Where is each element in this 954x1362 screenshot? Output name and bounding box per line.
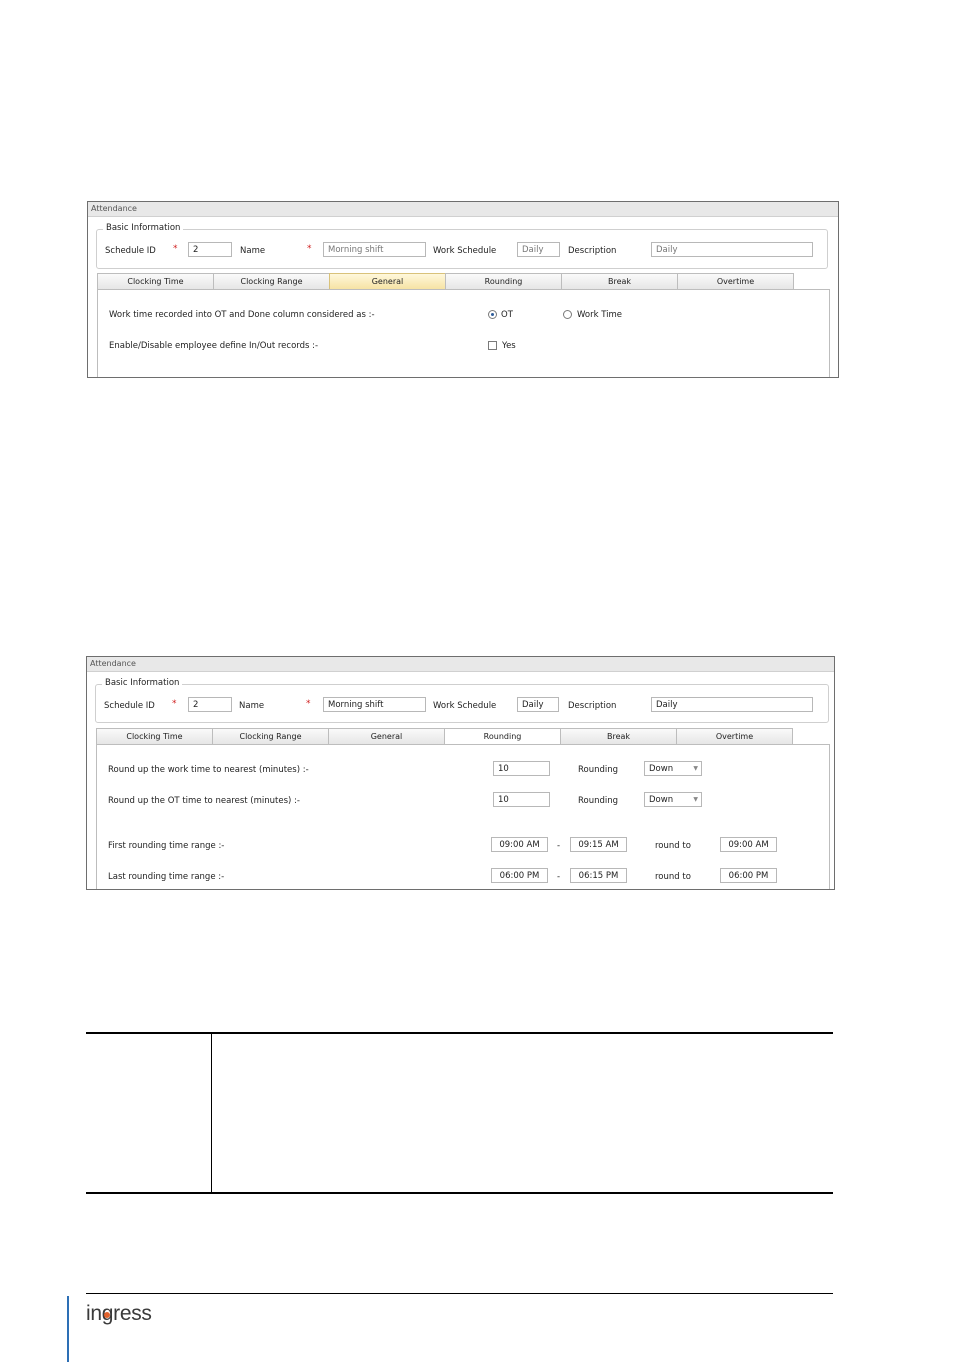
required-mark: * [307, 244, 312, 254]
group-title: Basic Information [103, 223, 184, 233]
tab-clocking-range[interactable]: Clocking Range [212, 728, 329, 744]
table-bottom-rule [86, 1192, 833, 1194]
tab-general[interactable]: General [329, 273, 446, 289]
tab-rounding[interactable]: Rounding [445, 273, 562, 289]
first-range-to-input[interactable]: 09:15 AM [570, 837, 627, 852]
tab-rounding[interactable]: Rounding [444, 728, 561, 744]
work-schedule-label: Work Schedule [433, 701, 497, 711]
last-round-to-input[interactable]: 06:00 PM [720, 868, 777, 883]
work-time-rounding-select[interactable]: Down ▼ [644, 761, 702, 776]
general-tab-panel: Work time recorded into OT and Done colu… [97, 289, 830, 377]
tab-strip: Clocking Time Clocking Range General Rou… [96, 728, 796, 744]
first-rounding-range-label: First rounding time range :- [108, 841, 225, 851]
required-mark: * [173, 244, 178, 254]
tab-clocking-time[interactable]: Clocking Time [96, 728, 213, 744]
work-schedule-field[interactable]: Daily [517, 242, 560, 257]
description-field[interactable]: Daily [651, 242, 813, 257]
ot-radio[interactable] [488, 310, 497, 319]
table-column-divider [211, 1034, 212, 1192]
last-range-from-input[interactable]: 06:00 PM [491, 868, 548, 883]
ot-time-round-input[interactable]: 10 [493, 792, 550, 807]
attendance-window-rounding: Attendance Basic Information Schedule ID… [86, 656, 835, 890]
last-range-to-input[interactable]: 06:15 PM [570, 868, 627, 883]
description-label: Description [568, 701, 617, 711]
tab-clocking-range[interactable]: Clocking Range [213, 273, 330, 289]
first-range-from-input[interactable]: 09:00 AM [491, 837, 548, 852]
range-dash: - [557, 872, 561, 882]
schedule-id-label: Schedule ID [104, 701, 155, 711]
tab-overtime[interactable]: Overtime [677, 273, 794, 289]
work-time-round-label: Round up the work time to nearest (minut… [108, 765, 309, 775]
rounding-label: Rounding [578, 765, 619, 775]
name-field[interactable]: Morning shift [323, 242, 426, 257]
range-dash: - [557, 841, 561, 851]
ot-radio-label: OT [501, 310, 513, 320]
tab-break[interactable]: Break [560, 728, 677, 744]
selected-value: Down [649, 795, 674, 805]
basic-information-group: Basic Information Schedule ID * 2 Name *… [95, 678, 829, 723]
logo-text: ingress [86, 1302, 152, 1325]
ot-time-rounding-select[interactable]: Down ▼ [644, 792, 702, 807]
description-field[interactable]: Daily [651, 697, 813, 712]
footer-left-accent [67, 1296, 69, 1362]
round-to-label: round to [655, 872, 691, 882]
table-top-rule [86, 1032, 833, 1034]
required-mark: * [172, 699, 177, 709]
chevron-down-icon: ▼ [693, 796, 698, 803]
rounding-label: Rounding [578, 796, 619, 806]
ot-time-round-label: Round up the OT time to nearest (minutes… [108, 796, 300, 806]
rounding-tab-panel: Round up the work time to nearest (minut… [96, 744, 830, 889]
tab-clocking-time[interactable]: Clocking Time [97, 273, 214, 289]
tab-break[interactable]: Break [561, 273, 678, 289]
chevron-down-icon: ▼ [693, 765, 698, 772]
window-title: Attendance [87, 657, 834, 672]
schedule-id-field[interactable]: 2 [188, 697, 232, 712]
first-round-to-input[interactable]: 09:00 AM [720, 837, 777, 852]
round-to-label: round to [655, 841, 691, 851]
tab-general[interactable]: General [328, 728, 445, 744]
tab-strip: Clocking Time Clocking Range General Rou… [97, 273, 797, 289]
in-out-records-label: Enable/Disable employee define In/Out re… [109, 341, 319, 351]
group-title: Basic Information [102, 678, 183, 688]
schedule-id-label: Schedule ID [105, 246, 156, 256]
name-label: Name [239, 701, 265, 711]
last-rounding-range-label: Last rounding time range :- [108, 872, 225, 882]
footer-rule [86, 1293, 833, 1294]
work-time-radio-label: Work Time [577, 310, 623, 320]
attendance-window-general: Attendance Basic Information Schedule ID… [87, 201, 839, 378]
work-time-radio[interactable] [563, 310, 572, 319]
work-time-round-input[interactable]: 10 [493, 761, 550, 776]
ot-done-column-label: Work time recorded into OT and Done colu… [109, 310, 375, 320]
tab-overtime[interactable]: Overtime [676, 728, 793, 744]
schedule-id-field[interactable]: 2 [188, 242, 232, 257]
window-title: Attendance [88, 202, 838, 217]
description-label: Description [568, 246, 617, 256]
yes-checkbox-label: Yes [502, 341, 516, 351]
work-schedule-field[interactable]: Daily [517, 697, 559, 712]
basic-information-group: Basic Information Schedule ID * 2 Name *… [96, 223, 828, 269]
selected-value: Down [649, 764, 674, 774]
name-label: Name [240, 246, 266, 256]
ingress-logo: ingress [86, 1302, 152, 1326]
name-field[interactable]: Morning shift [323, 697, 426, 712]
required-mark: * [306, 699, 311, 709]
yes-checkbox[interactable] [488, 341, 497, 350]
logo-dot [104, 1312, 110, 1318]
work-schedule-label: Work Schedule [433, 246, 497, 256]
